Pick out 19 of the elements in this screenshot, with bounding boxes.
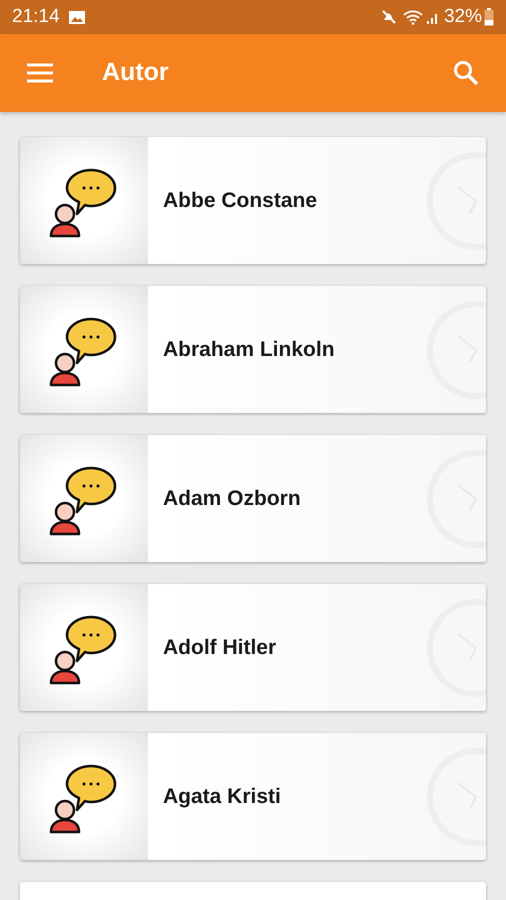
battery-level: 32% <box>444 4 482 29</box>
status-time: 21:14 <box>12 4 60 29</box>
image-icon <box>68 10 86 24</box>
battery-icon <box>484 8 494 26</box>
author-name: Adolf Hitler <box>163 634 276 661</box>
author-name: Abbe Constane <box>163 188 318 214</box>
toolbar-title: Autor <box>102 57 169 88</box>
mute-icon <box>380 9 397 25</box>
wifi-icon <box>402 9 423 25</box>
author-card[interactable]: Adolf Hitler <box>20 584 486 711</box>
author-card[interactable]: Abraham Linkoln <box>20 286 486 413</box>
author-card[interactable]: Adam Ozborn <box>20 435 486 562</box>
author-card[interactable]: Abbe Constane <box>20 137 486 264</box>
author-name: Adam Ozborn <box>163 486 301 512</box>
author-name: Abraham Linkoln <box>163 336 335 363</box>
author-card[interactable]: Agata Kristi <box>20 733 486 860</box>
menu-icon <box>26 63 54 83</box>
search-icon <box>453 60 479 86</box>
author-name: Agata Kristi <box>163 784 281 810</box>
